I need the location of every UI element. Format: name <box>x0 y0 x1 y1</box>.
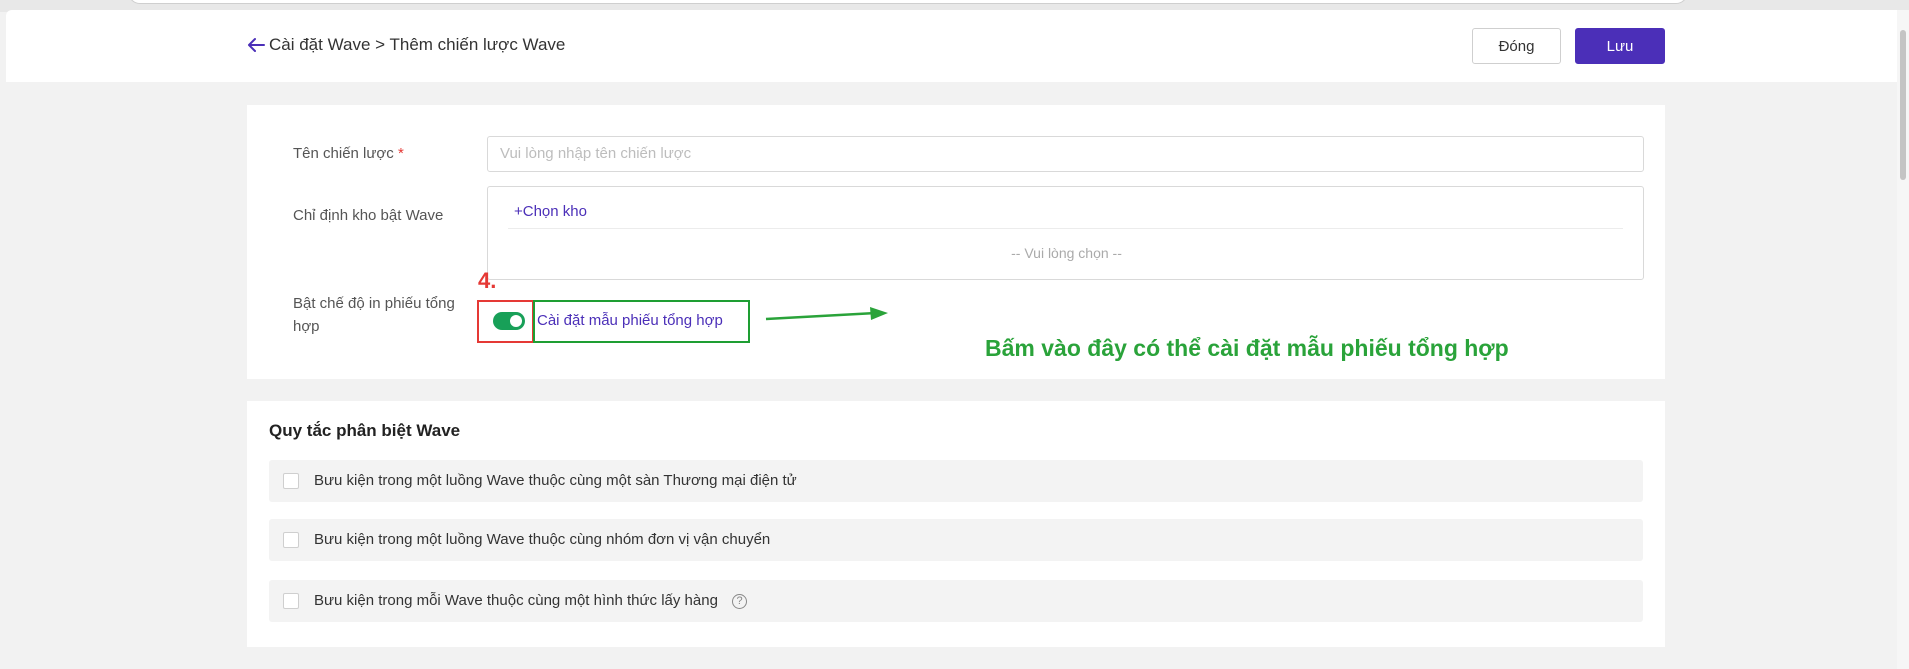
rule-label: Bưu kiện trong mỗi Wave thuộc cùng một h… <box>314 592 718 609</box>
rule-label: Bưu kiện trong một luồng Wave thuộc cùng… <box>314 531 771 548</box>
toggle-highlight-box <box>477 300 534 343</box>
rule-checkbox[interactable] <box>283 473 299 489</box>
wave-rules-card: Quy tắc phân biệt Wave Bưu kiện trong mộ… <box>247 401 1665 647</box>
strategy-form-card: Tên chiến lược * Vui lòng nhập tên chiến… <box>247 105 1665 379</box>
rule-label-wrap: Bưu kiện trong mỗi Wave thuộc cùng một h… <box>314 592 748 609</box>
save-button[interactable]: Lưu <box>1575 28 1665 64</box>
rules-title: Quy tắc phân biệt Wave <box>269 421 461 440</box>
strategy-name-input[interactable]: Vui lòng nhập tên chiến lược <box>487 136 1644 172</box>
rule-row[interactable]: Bưu kiện trong mỗi Wave thuộc cùng một h… <box>269 580 1643 622</box>
rule-checkbox[interactable] <box>283 593 299 609</box>
rule-row[interactable]: Bưu kiện trong một luồng Wave thuộc cùng… <box>269 519 1643 561</box>
link-highlight-box: Cài đặt mẫu phiếu tổng hợp <box>533 300 750 343</box>
required-mark: * <box>397 145 404 162</box>
summary-template-link[interactable]: Cài đặt mẫu phiếu tổng hợp <box>537 312 723 329</box>
summary-print-label: Bật chế độ in phiếu tổng hợp <box>293 295 455 335</box>
breadcrumb: Cài đặt Wave > Thêm chiến lược Wave <box>269 35 566 54</box>
divider <box>508 228 1623 229</box>
address-bar[interactable] <box>128 0 1688 4</box>
scrollbar[interactable] <box>1897 10 1909 669</box>
summary-print-toggle[interactable] <box>493 312 525 330</box>
scrollbar-thumb[interactable] <box>1900 30 1906 180</box>
rule-row[interactable]: Bưu kiện trong một luồng Wave thuộc cùng… <box>269 460 1643 502</box>
rule-label: Bưu kiện trong một luồng Wave thuộc cùng… <box>314 472 797 489</box>
warehouse-empty-text: -- Vui lòng chọn -- <box>1011 245 1122 261</box>
page: Cài đặt Wave > Thêm chiến lược Wave Đóng… <box>6 10 1901 669</box>
arrow-left-icon[interactable] <box>245 34 267 56</box>
header-bar: Cài đặt Wave > Thêm chiến lược Wave Đóng… <box>6 10 1901 82</box>
annotation-note: Bấm vào đây có thể cài đặt mẫu phiếu tổn… <box>985 335 1509 361</box>
warehouse-selector: +Chọn kho -- Vui lòng chọn -- <box>487 186 1644 280</box>
step-number-annotation: 4. <box>478 268 497 293</box>
toggle-knob <box>510 315 522 327</box>
strategy-name-label: Tên chiến lược * <box>293 142 404 165</box>
close-button[interactable]: Đóng <box>1472 28 1561 64</box>
choose-warehouse-link[interactable]: +Chọn kho <box>514 203 587 220</box>
rule-checkbox[interactable] <box>283 532 299 548</box>
warehouse-label: Chỉ định kho bật Wave <box>293 207 444 224</box>
annotation-arrow-icon <box>765 307 888 321</box>
question-circle-icon[interactable]: ? <box>732 593 748 609</box>
strategy-name-label-text: Tên chiến lược <box>293 145 394 162</box>
